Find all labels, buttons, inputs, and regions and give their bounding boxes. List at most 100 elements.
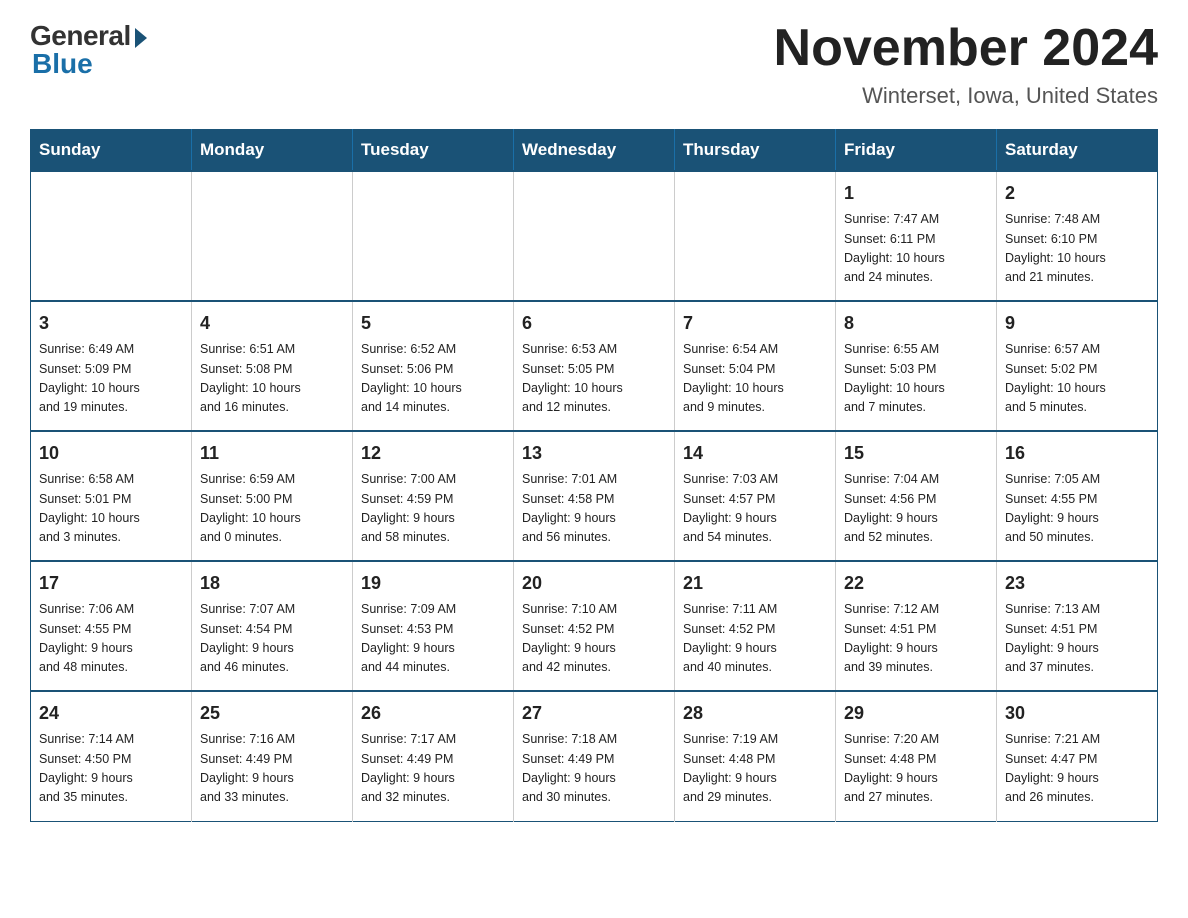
calendar-cell: 9 Sunrise: 6:57 AM Sunset: 5:02 PM Daylig… [997,301,1158,431]
day-number: 21 [683,570,827,597]
day-number: 22 [844,570,988,597]
day-info: Sunrise: 7:19 AM Sunset: 4:48 PM Dayligh… [683,730,827,808]
day-info: Sunrise: 7:48 AM Sunset: 6:10 PM Dayligh… [1005,210,1149,288]
calendar-cell: 27 Sunrise: 7:18 AM Sunset: 4:49 PM Dayli… [514,691,675,821]
day-number: 18 [200,570,344,597]
day-info: Sunrise: 7:17 AM Sunset: 4:49 PM Dayligh… [361,730,505,808]
day-info: Sunrise: 7:00 AM Sunset: 4:59 PM Dayligh… [361,470,505,548]
calendar-cell: 30 Sunrise: 7:21 AM Sunset: 4:47 PM Dayli… [997,691,1158,821]
day-number: 2 [1005,180,1149,207]
calendar-cell: 14Sunrise: 7:03 AM Sunset: 4:57 PM Dayli… [675,431,836,561]
calendar-header-friday: Friday [836,130,997,172]
calendar-cell [514,171,675,301]
day-info: Sunrise: 7:16 AM Sunset: 4:49 PM Dayligh… [200,730,344,808]
day-info: Sunrise: 6:58 AM Sunset: 5:01 PM Dayligh… [39,470,183,548]
page-header: General Blue November 2024 Winterset, Io… [30,20,1158,109]
day-number: 9 [1005,310,1149,337]
day-info: Sunrise: 7:13 AM Sunset: 4:51 PM Dayligh… [1005,600,1149,678]
day-info: Sunrise: 7:18 AM Sunset: 4:49 PM Dayligh… [522,730,666,808]
calendar-cell: 5 Sunrise: 6:52 AM Sunset: 5:06 PM Daylig… [353,301,514,431]
calendar-cell: 6Sunrise: 6:53 AM Sunset: 5:05 PM Daylig… [514,301,675,431]
calendar-cell: 23 Sunrise: 7:13 AM Sunset: 4:51 PM Dayli… [997,561,1158,691]
day-info: Sunrise: 6:57 AM Sunset: 5:02 PM Dayligh… [1005,340,1149,418]
calendar-cell: 24 Sunrise: 7:14 AM Sunset: 4:50 PM Dayli… [31,691,192,821]
calendar-cell: 16 Sunrise: 7:05 AM Sunset: 4:55 PM Dayli… [997,431,1158,561]
calendar-week-row: 17 Sunrise: 7:06 AM Sunset: 4:55 PM Dayli… [31,561,1158,691]
day-info: Sunrise: 6:51 AM Sunset: 5:08 PM Dayligh… [200,340,344,418]
calendar-cell: 22 Sunrise: 7:12 AM Sunset: 4:51 PM Dayli… [836,561,997,691]
day-info: Sunrise: 7:05 AM Sunset: 4:55 PM Dayligh… [1005,470,1149,548]
calendar-cell: 10 Sunrise: 6:58 AM Sunset: 5:01 PM Dayli… [31,431,192,561]
day-number: 23 [1005,570,1149,597]
day-number: 11 [200,440,344,467]
day-number: 13 [522,440,666,467]
calendar-cell: 26 Sunrise: 7:17 AM Sunset: 4:49 PM Dayli… [353,691,514,821]
day-info: Sunrise: 6:53 AM Sunset: 5:05 PM Dayligh… [522,340,666,418]
calendar-cell: 28Sunrise: 7:19 AM Sunset: 4:48 PM Dayli… [675,691,836,821]
calendar-week-row: 3 Sunrise: 6:49 AM Sunset: 5:09 PM Daylig… [31,301,1158,431]
day-info: Sunrise: 7:47 AM Sunset: 6:11 PM Dayligh… [844,210,988,288]
location-subtitle: Winterset, Iowa, United States [774,83,1158,109]
calendar-cell: 29Sunrise: 7:20 AM Sunset: 4:48 PM Dayli… [836,691,997,821]
calendar-cell: 8 Sunrise: 6:55 AM Sunset: 5:03 PM Daylig… [836,301,997,431]
day-info: Sunrise: 6:54 AM Sunset: 5:04 PM Dayligh… [683,340,827,418]
day-number: 29 [844,700,988,727]
day-info: Sunrise: 7:11 AM Sunset: 4:52 PM Dayligh… [683,600,827,678]
calendar-cell: 3 Sunrise: 6:49 AM Sunset: 5:09 PM Daylig… [31,301,192,431]
day-number: 25 [200,700,344,727]
day-number: 19 [361,570,505,597]
calendar-cell: 7 Sunrise: 6:54 AM Sunset: 5:04 PM Daylig… [675,301,836,431]
calendar-week-row: 1 Sunrise: 7:47 AM Sunset: 6:11 PM Daylig… [31,171,1158,301]
calendar-week-row: 10 Sunrise: 6:58 AM Sunset: 5:01 PM Dayli… [31,431,1158,561]
day-info: Sunrise: 7:12 AM Sunset: 4:51 PM Dayligh… [844,600,988,678]
day-info: Sunrise: 7:10 AM Sunset: 4:52 PM Dayligh… [522,600,666,678]
calendar-cell: 17 Sunrise: 7:06 AM Sunset: 4:55 PM Dayli… [31,561,192,691]
day-info: Sunrise: 7:07 AM Sunset: 4:54 PM Dayligh… [200,600,344,678]
calendar-cell [31,171,192,301]
day-number: 30 [1005,700,1149,727]
calendar-cell: 4 Sunrise: 6:51 AM Sunset: 5:08 PM Daylig… [192,301,353,431]
calendar-cell: 18 Sunrise: 7:07 AM Sunset: 4:54 PM Dayli… [192,561,353,691]
day-info: Sunrise: 6:49 AM Sunset: 5:09 PM Dayligh… [39,340,183,418]
day-info: Sunrise: 7:21 AM Sunset: 4:47 PM Dayligh… [1005,730,1149,808]
day-number: 7 [683,310,827,337]
calendar-cell: 15Sunrise: 7:04 AM Sunset: 4:56 PM Dayli… [836,431,997,561]
day-number: 16 [1005,440,1149,467]
calendar-cell: 20Sunrise: 7:10 AM Sunset: 4:52 PM Dayli… [514,561,675,691]
calendar-cell [192,171,353,301]
day-info: Sunrise: 6:55 AM Sunset: 5:03 PM Dayligh… [844,340,988,418]
calendar-header-tuesday: Tuesday [353,130,514,172]
logo-blue-text: Blue [32,48,93,80]
day-number: 12 [361,440,505,467]
calendar-cell: 21 Sunrise: 7:11 AM Sunset: 4:52 PM Dayli… [675,561,836,691]
day-number: 4 [200,310,344,337]
day-info: Sunrise: 7:14 AM Sunset: 4:50 PM Dayligh… [39,730,183,808]
day-number: 8 [844,310,988,337]
calendar-cell: 13Sunrise: 7:01 AM Sunset: 4:58 PM Dayli… [514,431,675,561]
day-number: 5 [361,310,505,337]
calendar-cell: 2 Sunrise: 7:48 AM Sunset: 6:10 PM Daylig… [997,171,1158,301]
day-number: 17 [39,570,183,597]
day-number: 3 [39,310,183,337]
day-number: 1 [844,180,988,207]
day-number: 26 [361,700,505,727]
calendar-cell: 1 Sunrise: 7:47 AM Sunset: 6:11 PM Daylig… [836,171,997,301]
title-block: November 2024 Winterset, Iowa, United St… [774,20,1158,109]
day-info: Sunrise: 6:52 AM Sunset: 5:06 PM Dayligh… [361,340,505,418]
logo: General Blue [30,20,147,80]
calendar-header-sunday: Sunday [31,130,192,172]
calendar-header-monday: Monday [192,130,353,172]
calendar-table: SundayMondayTuesdayWednesdayThursdayFrid… [30,129,1158,822]
day-info: Sunrise: 7:03 AM Sunset: 4:57 PM Dayligh… [683,470,827,548]
calendar-cell [675,171,836,301]
day-info: Sunrise: 7:04 AM Sunset: 4:56 PM Dayligh… [844,470,988,548]
calendar-header-thursday: Thursday [675,130,836,172]
calendar-cell: 25 Sunrise: 7:16 AM Sunset: 4:49 PM Dayli… [192,691,353,821]
calendar-cell [353,171,514,301]
calendar-header-saturday: Saturday [997,130,1158,172]
logo-arrow-icon [135,28,147,48]
day-number: 24 [39,700,183,727]
day-number: 27 [522,700,666,727]
day-info: Sunrise: 7:06 AM Sunset: 4:55 PM Dayligh… [39,600,183,678]
day-number: 10 [39,440,183,467]
